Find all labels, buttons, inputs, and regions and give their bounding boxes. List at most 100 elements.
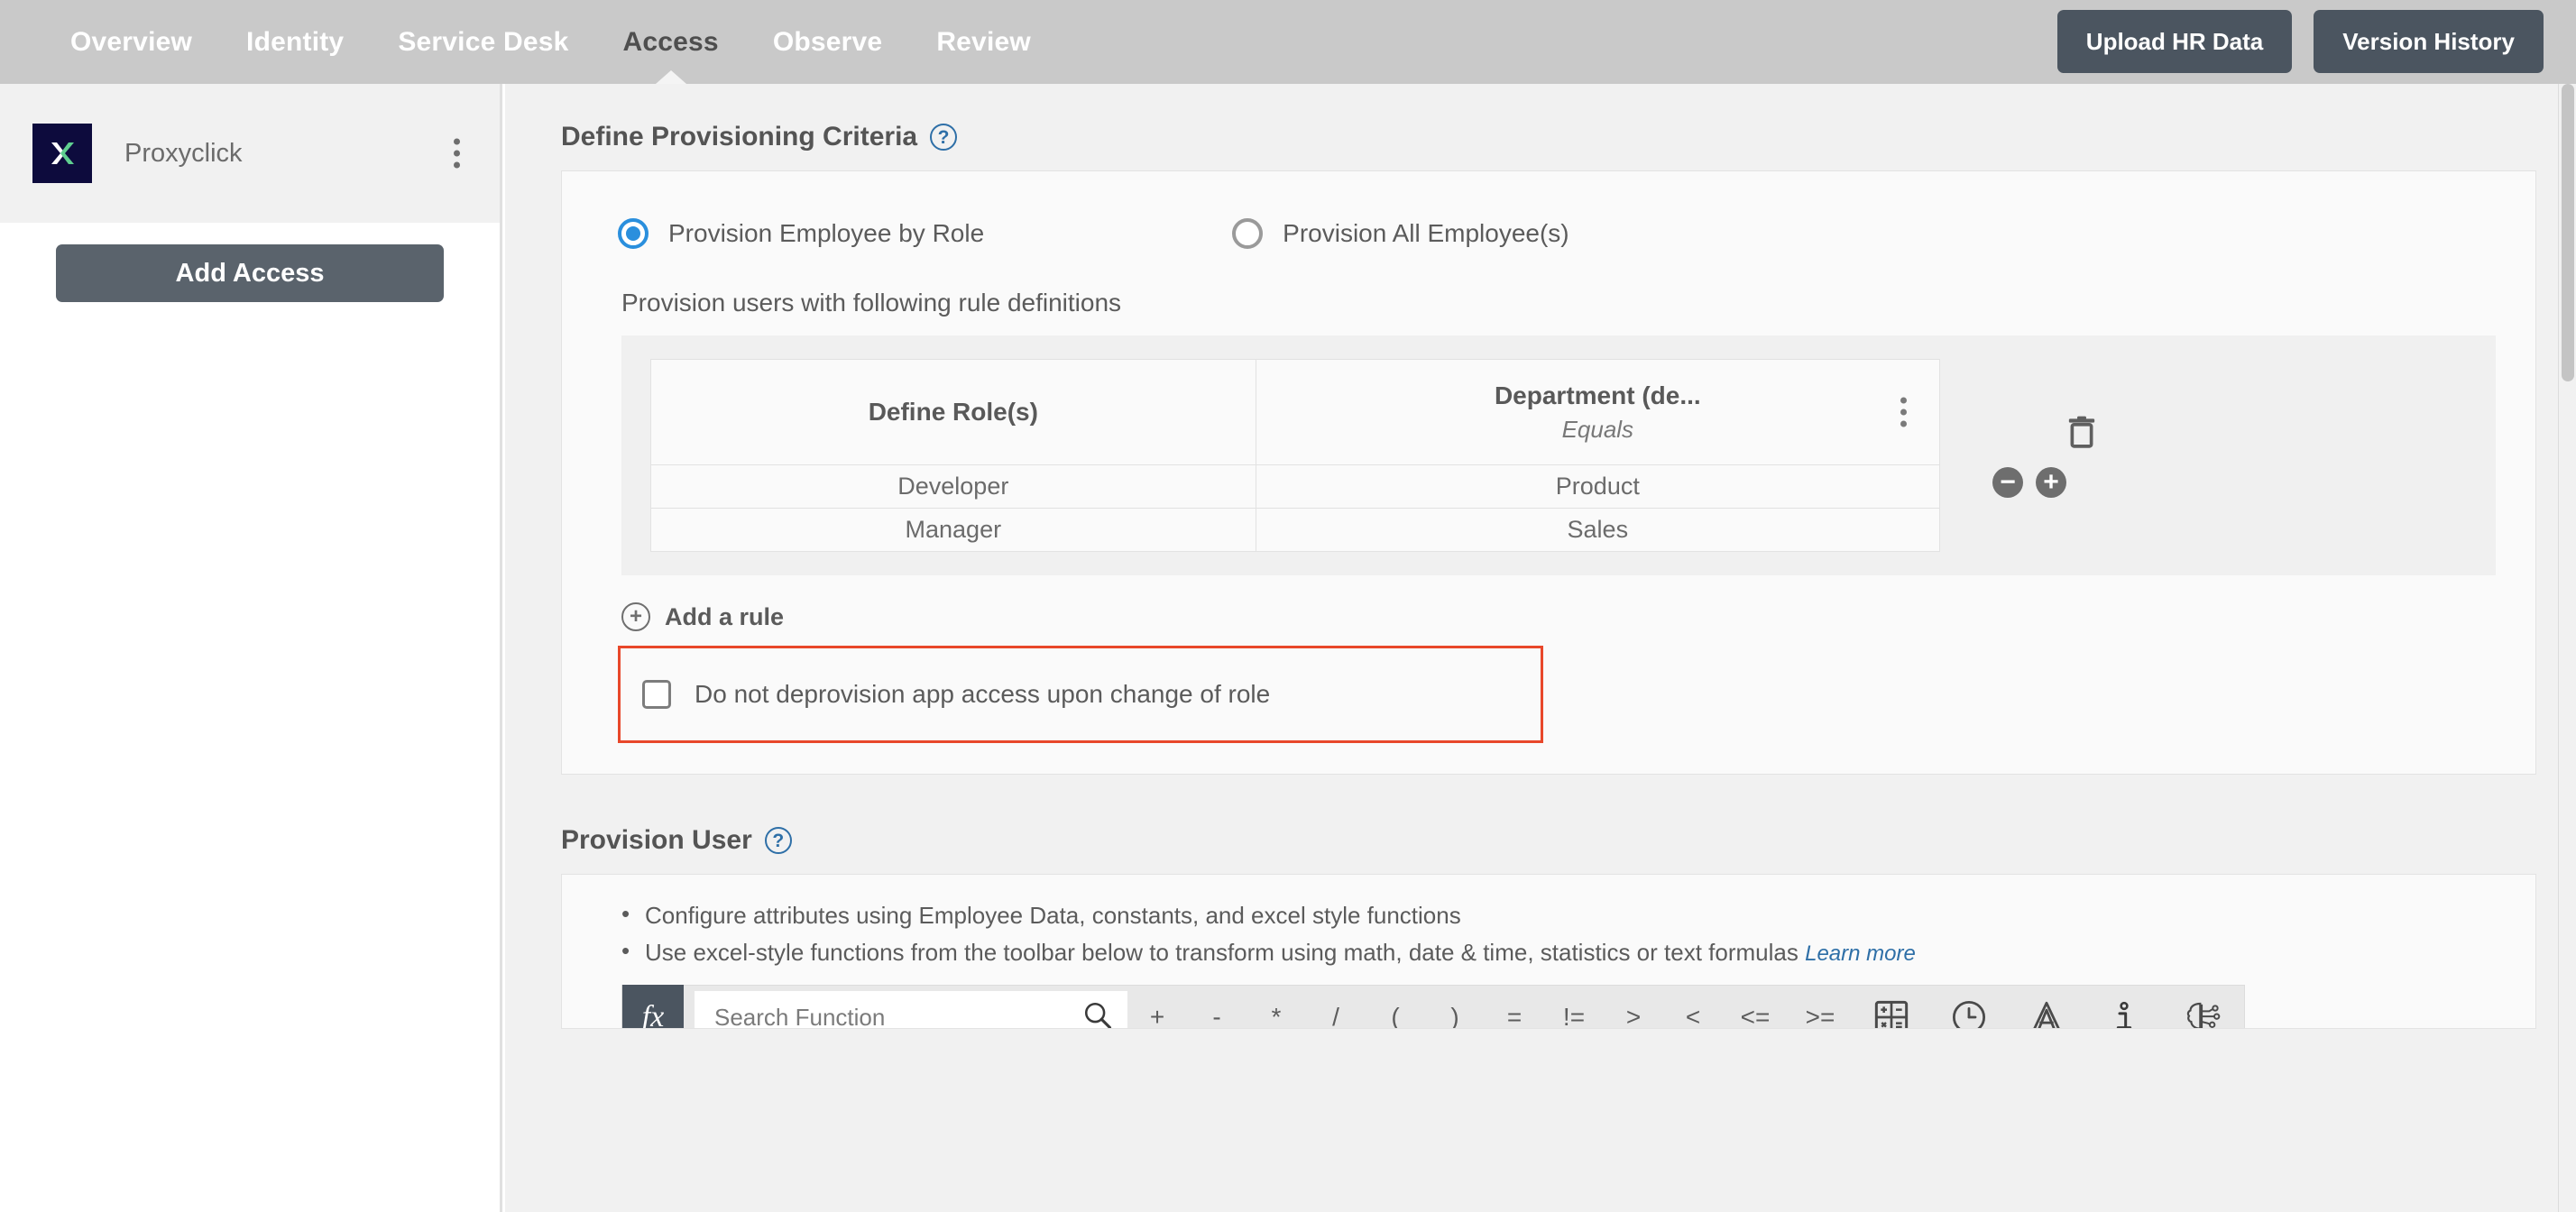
cell-department[interactable]: Sales	[1255, 508, 1941, 552]
vertical-scrollbar[interactable]	[2558, 84, 2576, 1212]
column-header-define-roles[interactable]: Define Role(s)	[650, 359, 1256, 465]
rule-definition-block: Define Role(s) Department (de... Equals	[621, 335, 2496, 575]
kebab-dot	[454, 138, 460, 145]
delete-rule-button[interactable]	[2066, 415, 2097, 455]
text-functions-icon[interactable]	[2008, 985, 2085, 1028]
column-header-department-label: Department (de...	[1494, 381, 1701, 409]
operator-not-equals[interactable]: !=	[1544, 985, 1604, 1028]
info-icon[interactable]	[2085, 985, 2163, 1028]
add-a-rule-button[interactable]: + Add a rule	[562, 575, 784, 631]
column-options-kebab-icon[interactable]	[1900, 397, 1907, 427]
operator-divide[interactable]: /	[1306, 985, 1366, 1028]
upload-hr-data-button[interactable]: Upload HR Data	[2056, 10, 2293, 73]
app-options-kebab-icon[interactable]	[454, 138, 460, 169]
radio-icon-unselected[interactable]	[1232, 218, 1264, 249]
panel-bottom-spacer	[562, 743, 2535, 774]
operator-minus[interactable]: -	[1187, 985, 1247, 1028]
bullet-text: Use excel-style functions from the toolb…	[645, 939, 1799, 966]
top-navigation-bar: Overview Identity Service Desk Access Ob…	[0, 0, 2576, 84]
tab-access-label: Access	[622, 26, 719, 57]
nav-actions: Upload HR Data Version History	[2056, 10, 2544, 73]
search-input[interactable]	[714, 1003, 1082, 1028]
kebab-dot	[1900, 397, 1907, 404]
app-card-proxyclick[interactable]: Proxyclick	[0, 84, 500, 223]
radio-icon-selected[interactable]	[618, 218, 649, 249]
operator-multiply[interactable]: *	[1247, 985, 1306, 1028]
table-row[interactable]: Developer Product	[650, 464, 1941, 509]
cell-role[interactable]: Manager	[650, 508, 1256, 552]
tab-review[interactable]: Review	[909, 0, 1058, 84]
provision-user-heading: Provision User	[561, 825, 752, 855]
math-functions-icon[interactable]	[1853, 985, 1930, 1028]
column-header-department[interactable]: Department (de... Equals	[1255, 359, 1941, 465]
tab-service-desk[interactable]: Service Desk	[371, 0, 595, 84]
tab-observe[interactable]: Observe	[746, 0, 909, 84]
radio-label-provision-all: Provision All Employee(s)	[1283, 219, 1569, 247]
tab-identity-label: Identity	[246, 26, 345, 57]
provision-mode-radio-group: Provision Employee by Role Provision All…	[562, 171, 2535, 249]
operator-greater-than[interactable]: >	[1604, 985, 1663, 1028]
clock-icon[interactable]	[1930, 985, 2008, 1028]
tab-identity[interactable]: Identity	[219, 0, 371, 84]
tab-observe-label: Observe	[772, 26, 883, 57]
radio-option-provision-all[interactable]: Provision All Employee(s)	[1232, 218, 1569, 249]
main-content: Define Provisioning Criteria ? Provision…	[505, 84, 2576, 1212]
operator-greater-than-equals[interactable]: >=	[1788, 985, 1853, 1028]
rule-table-body: Developer Product Manager Sales	[650, 464, 1941, 552]
rule-table-wrapper: Define Role(s) Department (de... Equals	[621, 359, 2496, 552]
define-provisioning-criteria-title: Define Provisioning Criteria ?	[505, 84, 2576, 152]
operator-open-paren[interactable]: (	[1366, 985, 1425, 1028]
rule-table-head: Define Role(s) Department (de... Equals	[650, 359, 1941, 465]
remove-row-button[interactable]: −	[1992, 467, 2023, 498]
rule-table: Define Role(s) Department (de... Equals	[650, 359, 1941, 552]
kebab-dot	[1900, 409, 1907, 416]
app-sidebar: Proxyclick Add Access	[0, 84, 502, 1212]
cell-department[interactable]: Product	[1255, 464, 1941, 509]
learn-more-link[interactable]: Learn more	[1805, 941, 1916, 966]
provisioning-criteria-panel: Provision Employee by Role Provision All…	[561, 170, 2536, 775]
rule-definitions-intro: Provision users with following rule defi…	[621, 289, 1122, 317]
kebab-dot	[454, 150, 460, 157]
proxyclick-logo-icon	[32, 124, 92, 183]
search-icon[interactable]	[1082, 1000, 1113, 1028]
kebab-dot	[454, 161, 460, 169]
add-access-wrapper: Add Access	[0, 223, 500, 302]
tab-overview[interactable]: Overview	[43, 0, 219, 84]
operator-plus[interactable]: +	[1127, 985, 1187, 1028]
bullet-item: Configure attributes using Employee Data…	[621, 900, 2535, 930]
app-name-label: Proxyclick	[124, 138, 243, 168]
tab-service-desk-label: Service Desk	[398, 26, 569, 57]
search-function-field[interactable]	[695, 991, 1127, 1028]
help-icon[interactable]: ?	[930, 124, 958, 151]
bullet-text: Configure attributes using Employee Data…	[645, 902, 1461, 929]
operator-equals[interactable]: =	[1485, 985, 1544, 1028]
provision-user-title: Provision User ?	[505, 775, 2576, 856]
deprovision-checkbox-highlight: Do not deprovision app access upon chang…	[618, 646, 1543, 743]
cell-role[interactable]: Developer	[650, 464, 1256, 509]
column-header-department-operator: Equals	[1561, 415, 1634, 443]
tab-overview-label: Overview	[70, 26, 193, 57]
help-icon[interactable]: ?	[764, 827, 792, 854]
tab-access[interactable]: Access	[596, 0, 746, 84]
operator-less-than-equals[interactable]: <=	[1723, 985, 1788, 1028]
table-row[interactable]: Manager Sales	[650, 508, 1941, 552]
ai-brain-icon[interactable]	[2163, 985, 2240, 1028]
fx-button[interactable]: fx	[622, 985, 684, 1028]
add-access-button[interactable]: Add Access	[56, 244, 444, 302]
kebab-dot	[1900, 420, 1907, 427]
tab-review-label: Review	[936, 26, 1031, 57]
provision-user-panel: Configure attributes using Employee Data…	[561, 874, 2536, 1029]
bullet-item: Use excel-style functions from the toolb…	[621, 937, 2535, 967]
deprovision-checkbox[interactable]	[642, 680, 671, 709]
add-row-button[interactable]: +	[2036, 467, 2066, 498]
radio-option-provision-by-role[interactable]: Provision Employee by Role	[618, 218, 984, 249]
operator-close-paren[interactable]: )	[1425, 985, 1485, 1028]
version-history-button[interactable]: Version History	[2314, 10, 2544, 73]
column-header-define-roles-label: Define Role(s)	[868, 398, 1038, 426]
operator-less-than[interactable]: <	[1663, 985, 1723, 1028]
radio-label-provision-by-role: Provision Employee by Role	[668, 219, 985, 247]
page-title: Define Provisioning Criteria	[561, 122, 918, 152]
add-a-rule-label: Add a rule	[665, 602, 785, 630]
plus-circle-icon: +	[621, 602, 650, 631]
scrollbar-thumb[interactable]	[2562, 84, 2574, 381]
